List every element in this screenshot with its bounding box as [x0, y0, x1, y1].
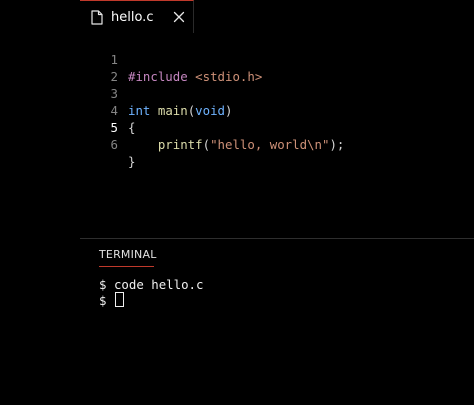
line-text: } [128, 154, 136, 169]
active-tab-indicator [99, 266, 154, 267]
line-text: printf("hello, world\n"); [157, 137, 345, 152]
code-line: 1 #include <stdio.h> [80, 34, 263, 84]
code-line: 6 } [80, 119, 136, 169]
line-text: { [128, 120, 136, 135]
close-icon[interactable] [173, 11, 185, 23]
file-icon [91, 10, 103, 25]
terminal-line: $ code hello.c [99, 276, 203, 293]
terminal-line[interactable]: $ [99, 292, 124, 309]
terminal-prompt: $ [99, 293, 107, 308]
app-window: hello.c 1 #include <stdio.h> 2 3 int mai… [0, 0, 474, 405]
tab-label: hello.c [111, 10, 154, 25]
panel-divider[interactable] [80, 238, 474, 239]
tab-hello-c[interactable]: hello.c [80, 0, 194, 33]
code-line: 2 [80, 51, 125, 84]
code-line: 4 { [80, 85, 136, 135]
line-number: 6 [110, 137, 118, 152]
terminal-prompt: $ [99, 277, 107, 292]
line-text: int main(void) [128, 103, 233, 118]
terminal-command: code hello.c [113, 277, 204, 292]
code-line-active: 5 printf("hello, world\n"); [80, 102, 345, 152]
terminal-cursor [114, 292, 124, 307]
tab-bar: hello.c [0, 0, 474, 33]
code-line: 3 int main(void) [80, 68, 233, 118]
code-editor[interactable]: 1 #include <stdio.h> 2 3 int main(void) … [80, 33, 474, 237]
tab-terminal[interactable]: TERMINAL [99, 247, 157, 263]
line-text: #include <stdio.h> [128, 69, 263, 84]
